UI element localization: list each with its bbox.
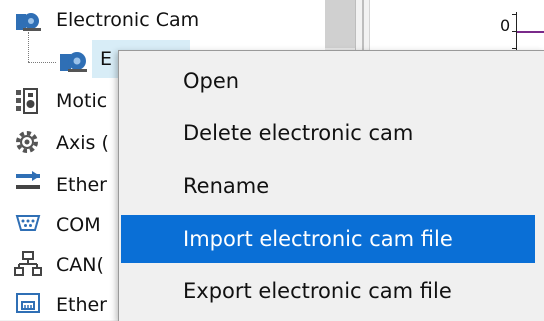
- menu-item-delete-electronic-cam[interactable]: Delete electronic cam: [119, 109, 544, 157]
- tree-connector: [28, 62, 56, 63]
- network-icon: [14, 251, 42, 276]
- gear-icon: [16, 131, 38, 153]
- scrollbar-thumb[interactable]: [325, 0, 355, 48]
- axis-tick: [512, 48, 517, 49]
- menu-item-import-electronic-cam-file[interactable]: Import electronic cam file: [121, 215, 535, 263]
- application-window: Electronic Cam E Motic Axis (Ether COM …: [0, 0, 544, 321]
- menu-item-label: Delete electronic cam: [183, 121, 414, 145]
- tree-item-ethernet[interactable]: Ether: [56, 293, 107, 317]
- menu-item-rename[interactable]: Rename: [119, 162, 544, 210]
- com-port-icon: [15, 215, 41, 231]
- motion-icon: [16, 88, 38, 114]
- menu-item-label: Import electronic cam file: [183, 227, 453, 251]
- tree-item-electronic-cam[interactable]: Electronic Cam: [56, 8, 199, 32]
- menu-item-label: Open: [183, 69, 240, 93]
- cam-icon: [60, 52, 87, 72]
- tree-item-can[interactable]: CAN(: [56, 253, 104, 277]
- menu-item-label: Export electronic cam file: [183, 279, 452, 303]
- ethercat-icon: [16, 171, 40, 189]
- axis-tick-label: 0: [500, 16, 511, 35]
- tree-item-axis[interactable]: Axis (: [56, 131, 109, 155]
- tree-connector: [28, 32, 29, 62]
- menu-item-label: Rename: [183, 174, 270, 198]
- ethernet-icon: [16, 293, 40, 313]
- menu-item-open[interactable]: Open: [119, 57, 544, 105]
- tree-item-cam[interactable]: E: [100, 47, 112, 71]
- cam-icon: [16, 13, 41, 31]
- tree-item-motion[interactable]: Motic: [56, 89, 107, 113]
- menu-item-export-electronic-cam-file[interactable]: Export electronic cam file: [119, 267, 544, 315]
- context-menu: Open Delete electronic cam Rename Import…: [118, 50, 544, 321]
- tree-item-ethercat[interactable]: Ether: [56, 173, 107, 197]
- tree-item-com[interactable]: COM: [56, 213, 101, 237]
- cam-curve-series: [517, 31, 544, 33]
- axis-tick: [512, 14, 517, 15]
